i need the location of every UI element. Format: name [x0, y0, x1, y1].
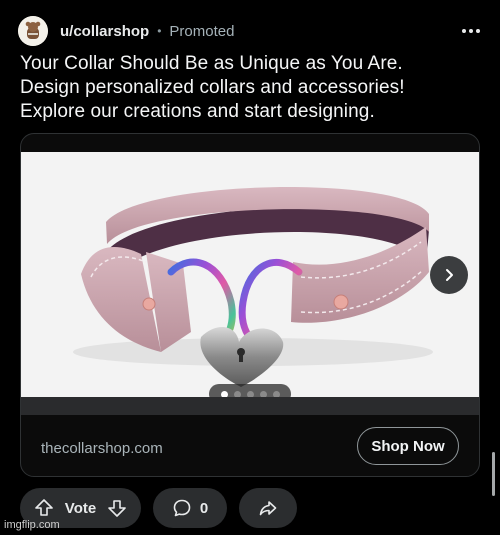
comment-icon — [172, 498, 192, 518]
share-button[interactable] — [239, 488, 297, 528]
comments-button[interactable]: 0 — [153, 488, 227, 528]
post-title[interactable]: Your Collar Should Be as Unique as You A… — [20, 52, 480, 124]
separator-dot: • — [157, 24, 162, 38]
collar-image — [21, 152, 479, 397]
vote-label: Vote — [64, 499, 97, 517]
chevron-right-icon — [446, 269, 453, 281]
watermark: imgflip.com — [4, 519, 60, 531]
carousel-indicator — [209, 384, 291, 397]
headline-line: Your Collar Should Be as Unique as You A… — [20, 53, 403, 74]
carousel-image[interactable] — [21, 152, 479, 397]
comment-count: 0 — [199, 499, 209, 517]
more-options-icon[interactable] — [460, 21, 482, 41]
post-actions: Vote 0 — [20, 488, 297, 528]
promoted-label: Promoted — [169, 22, 235, 40]
ad-card[interactable]: thecollarshop.com Shop Now — [20, 133, 480, 477]
ad-domain-link[interactable]: thecollarshop.com — [41, 440, 163, 457]
scrollbar[interactable] — [492, 452, 495, 496]
share-icon — [258, 498, 278, 518]
downvote-icon[interactable] — [107, 498, 127, 518]
avatar[interactable] — [18, 16, 48, 46]
post-header: u/collarshop • Promoted — [18, 16, 482, 46]
reddit-avatar-icon — [18, 16, 48, 46]
carousel-next-button[interactable] — [430, 256, 468, 294]
username-link[interactable]: u/collarshop — [60, 23, 149, 40]
media-footer-strip — [21, 397, 479, 415]
headline-line: Design personalized collars and accessor… — [20, 77, 405, 98]
upvote-icon[interactable] — [34, 498, 54, 518]
headline-line: Explore our creations and start designin… — [20, 101, 375, 122]
shop-now-button[interactable]: Shop Now — [357, 427, 459, 465]
